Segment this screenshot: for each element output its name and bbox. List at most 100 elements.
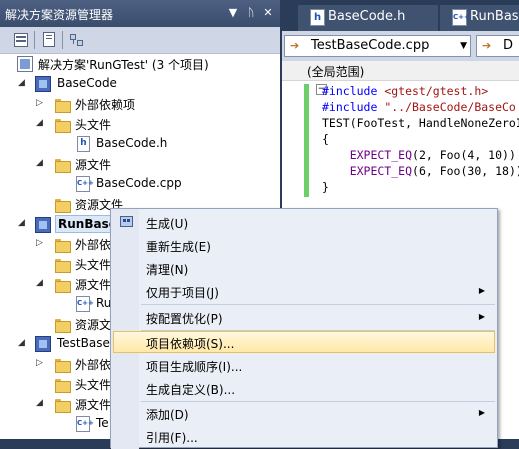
header-file-icon: h: [77, 136, 90, 152]
code-line: #include "../BaseCode/BaseCo: [322, 100, 516, 114]
expand-arrow-icon[interactable]: ◢: [35, 159, 44, 168]
expand-arrow-icon[interactable]: ◢: [17, 219, 26, 228]
tree-node-project-basecode[interactable]: ◢ BaseCode: [0, 74, 280, 94]
submenu-arrow-icon: ▶: [478, 408, 485, 417]
project-icon: [35, 76, 51, 92]
folder-icon: [54, 396, 71, 413]
window-position-icon[interactable]: ▼: [226, 5, 240, 20]
dropdown-value: TestBaseCode.cpp: [311, 38, 430, 53]
tree-node-label: Te: [96, 416, 109, 430]
menu-item-project-build-order[interactable]: 项目生成顺序(I)...: [113, 354, 495, 376]
menu-item-profile-guided-optimization[interactable]: 按配置优化(P) ▶: [113, 306, 495, 328]
menu-item-label: 项目生成顺序(I)...: [146, 360, 243, 374]
expand-arrow-icon[interactable]: ▷: [35, 359, 44, 368]
menu-item-add[interactable]: 添加(D) ▶: [113, 402, 495, 424]
expand-arrow-icon[interactable]: ◢: [17, 339, 26, 348]
file-scope-dropdown[interactable]: ➔ TestBaseCode.cpp ▼: [284, 35, 471, 57]
tree-node-label: 资源文: [75, 318, 112, 332]
tree-node-label: 源文件: [75, 398, 112, 412]
editor-tab-strip: h BaseCode.h C++ RunBase: [288, 5, 519, 31]
menu-item-label: 生成自定义(B)...: [146, 383, 236, 397]
tree-node-label: BaseCode.h: [96, 136, 168, 150]
tree-node-label: 解决方案'RunGTest' (3 个项目): [38, 58, 209, 72]
auto-hide-pin-icon[interactable]: ᚢ: [244, 5, 258, 20]
folder-icon: [54, 156, 71, 173]
menu-item-project-only[interactable]: 仅用于项目(J) ▶: [113, 280, 495, 302]
editor-navigation-bar: ➔ TestBaseCode.cpp ▼ ➔ D: [282, 31, 519, 61]
tree-node-basecode-cpp[interactable]: C++ BaseCode.cpp: [0, 174, 280, 194]
folder-icon: [54, 276, 71, 293]
menu-item-build-customizations[interactable]: 生成自定义(B)...: [113, 377, 495, 399]
tab-runbase[interactable]: C++ RunBase: [440, 5, 519, 31]
solution-icon: [17, 56, 33, 72]
menu-item-label: 添加(D): [146, 408, 189, 422]
solution-explorer-title-bar[interactable]: 解决方案资源管理器 ▼ ᚢ ✕: [0, 0, 280, 27]
tree-node-label: TestBase: [57, 336, 110, 350]
code-line: #include <gtest/gtest.h>: [322, 84, 489, 98]
folder-icon: [54, 316, 71, 333]
member-dropdown[interactable]: ➔ D: [476, 35, 519, 57]
folder-icon: [54, 376, 71, 393]
menu-item-clean[interactable]: 清理(N): [113, 257, 495, 279]
code-line: }: [322, 180, 329, 194]
menu-item-label: 仅用于项目(J): [146, 286, 219, 300]
show-all-files-icon[interactable]: [40, 31, 58, 49]
menu-item-build[interactable]: 生成(U): [113, 211, 495, 233]
tree-node-label: 源文件: [75, 158, 112, 172]
toolbar-separator: [34, 31, 35, 49]
tab-label: BaseCode.h: [328, 9, 406, 24]
tree-node-label: 头文件: [75, 258, 112, 272]
expand-arrow-icon[interactable]: ◢: [17, 79, 26, 88]
tab-label: RunBase: [470, 9, 519, 24]
tree-node-header-files[interactable]: ◢ 头文件: [0, 114, 280, 134]
tree-node-label: BaseCode: [57, 76, 117, 90]
menu-item-references[interactable]: 引用(F)...: [113, 425, 495, 447]
tree-node-basecode-h[interactable]: h BaseCode.h: [0, 134, 280, 154]
code-text[interactable]: #include <gtest/gtest.h> #include "../Ba…: [300, 83, 519, 195]
tree-node-label: 头文件: [75, 118, 112, 132]
tree-node-label: 外部依: [75, 358, 112, 372]
external-dependencies-icon: [54, 236, 71, 253]
tree-node-label: 头文件: [75, 378, 112, 392]
tree-node-source-files[interactable]: ◢ 源文件: [0, 154, 280, 174]
properties-icon[interactable]: [12, 31, 30, 49]
expand-arrow-icon[interactable]: ◢: [35, 119, 44, 128]
chevron-down-icon: ▼: [460, 41, 467, 51]
menu-item-label: 引用(F)...: [146, 431, 198, 445]
submenu-arrow-icon: ▶: [478, 312, 485, 321]
menu-item-label: 清理(N): [146, 263, 189, 277]
code-line: {: [322, 132, 329, 146]
cpp-file-icon: C++: [76, 296, 94, 312]
menu-item-label: 重新生成(E): [146, 240, 211, 254]
toolbar-separator: [62, 31, 63, 49]
menu-item-label: 生成(U): [146, 217, 189, 231]
menu-item-rebuild[interactable]: 重新生成(E): [113, 234, 495, 256]
external-dependencies-icon: [54, 96, 71, 113]
code-line: EXPECT_EQ(2, Foo(4, 10)): [322, 148, 516, 162]
file-arrow-icon: ➔: [290, 39, 300, 52]
tree-node-external-deps[interactable]: ▷ 外部依赖项: [0, 94, 280, 114]
project-context-menu: 生成(U) 重新生成(E) 清理(N) 仅用于项目(J) ▶ 按配置优化(P) …: [110, 208, 498, 449]
menu-item-label: 按配置优化(P): [146, 312, 223, 326]
scope-label: (全局范围): [282, 61, 519, 81]
tree-node-solution[interactable]: 解决方案'RunGTest' (3 个项目): [0, 54, 280, 74]
code-line: EXPECT_EQ(6, Foo(30, 18)): [322, 164, 519, 178]
view-class-diagram-icon[interactable]: [68, 31, 86, 49]
tab-basecode-h[interactable]: h BaseCode.h: [298, 5, 438, 31]
expand-arrow-icon[interactable]: ◢: [35, 279, 44, 288]
dropdown-value: D: [503, 38, 514, 53]
expand-arrow-icon[interactable]: ▷: [35, 239, 44, 248]
close-icon[interactable]: ✕: [261, 5, 275, 20]
cpp-file-icon: C++: [76, 416, 94, 432]
project-icon: [35, 217, 51, 233]
cpp-file-icon: C++: [76, 176, 94, 192]
build-icon: [120, 215, 135, 229]
menu-item-project-dependencies[interactable]: 项目依赖项(S)...: [113, 331, 495, 353]
cpp-file-icon: C++: [452, 9, 470, 26]
solution-explorer-title: 解决方案资源管理器: [5, 8, 114, 22]
folder-icon: [54, 256, 71, 273]
expand-arrow-icon[interactable]: ▷: [35, 99, 44, 108]
tree-node-label: 源文件: [75, 278, 112, 292]
tree-node-label: 外部依赖项: [75, 98, 136, 112]
expand-arrow-icon[interactable]: ◢: [35, 399, 44, 408]
